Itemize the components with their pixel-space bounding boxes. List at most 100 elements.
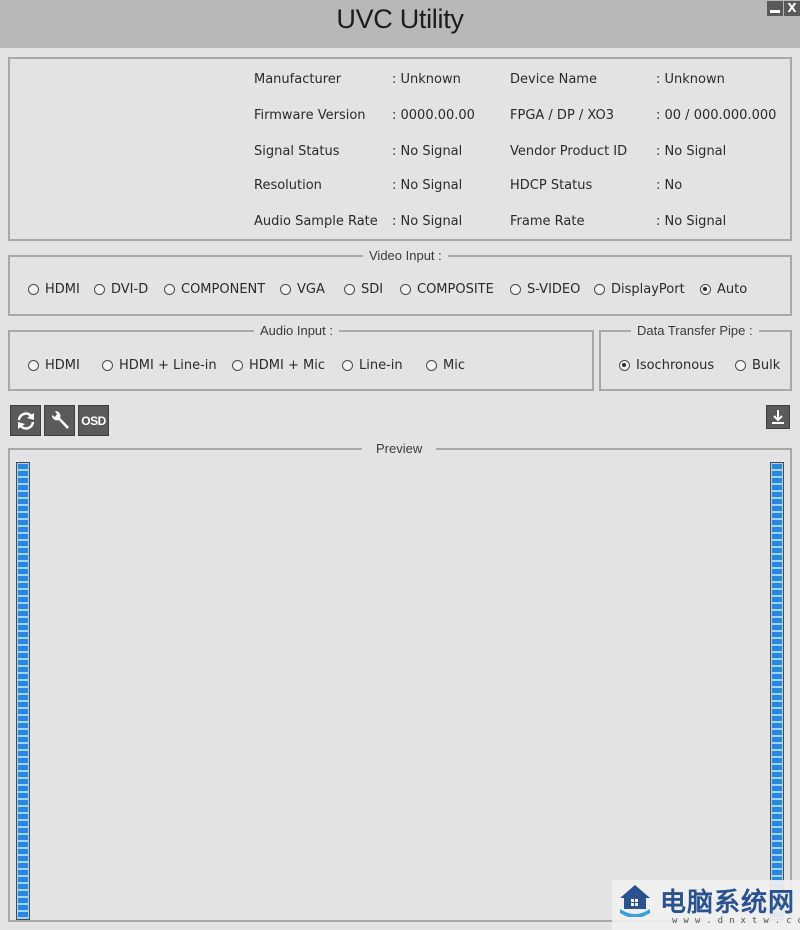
meter-segment: [772, 660, 782, 665]
osd-button[interactable]: OSD: [78, 405, 109, 436]
video-radio-auto[interactable]: Auto: [700, 282, 747, 297]
meter-segment: [772, 765, 782, 770]
radio-label: Isochronous: [636, 358, 715, 373]
video-radio-component[interactable]: COMPONENT: [164, 282, 265, 297]
video-radio-sdi[interactable]: SDI: [344, 282, 383, 297]
watermark-url: www.dnxtw.com: [672, 916, 800, 926]
meter-segment: [18, 737, 28, 742]
meter-segment: [18, 464, 28, 469]
meter-segment: [18, 625, 28, 630]
settings-button[interactable]: [44, 405, 75, 436]
radio-circle: [344, 284, 355, 295]
transfer-radio-isochronous[interactable]: Isochronous: [619, 358, 714, 373]
meter-segment: [18, 688, 28, 693]
info-label: Firmware Version: [254, 108, 366, 123]
radio-label: HDMI: [45, 358, 80, 373]
meter-segment: [18, 611, 28, 616]
video-radio-composite[interactable]: COMPOSITE: [400, 282, 494, 297]
meter-segment: [18, 492, 28, 497]
meter-segment: [772, 807, 782, 812]
meter-segment: [18, 555, 28, 560]
meter-segment: [772, 562, 782, 567]
info-value-resolution: : No Signal: [392, 178, 463, 193]
video-radio-dvi-d[interactable]: DVI-D: [94, 282, 148, 297]
download-button[interactable]: [766, 405, 790, 429]
radio-label: HDMI + Line-in: [119, 358, 217, 373]
info-value-fpga-dp-xo3: : 00 / 000.000.000: [656, 108, 777, 123]
meter-segment: [18, 723, 28, 728]
data-transfer-title: Data Transfer Pipe :: [631, 323, 759, 339]
radio-circle: [510, 284, 521, 295]
meter-segment: [18, 842, 28, 847]
info-label: FPGA / DP / XO3: [510, 108, 614, 123]
meter-segment: [18, 478, 28, 483]
radio-circle-selected: [619, 360, 630, 371]
meter-segment: [18, 604, 28, 609]
meter-segment: [18, 562, 28, 567]
radio-circle: [342, 360, 353, 371]
meter-segment: [772, 870, 782, 875]
meter-segment: [18, 786, 28, 791]
radio-circle: [735, 360, 746, 371]
meter-segment: [772, 702, 782, 707]
info-value-manufacturer: : Unknown: [392, 72, 461, 87]
meter-segment: [772, 513, 782, 518]
meter-segment: [772, 779, 782, 784]
meter-segment: [772, 534, 782, 539]
meter-segment: [772, 576, 782, 581]
meter-segment: [772, 604, 782, 609]
info-label: Device Name: [510, 72, 597, 87]
meter-segment: [772, 646, 782, 651]
meter-segment: [772, 583, 782, 588]
radio-label: S-VIDEO: [527, 282, 581, 297]
meter-segment: [772, 548, 782, 553]
info-value-firmware: : 0000.00.00: [392, 108, 475, 123]
meter-segment: [772, 821, 782, 826]
minimize-button[interactable]: [767, 1, 783, 16]
video-radio-hdmi[interactable]: HDMI: [28, 282, 80, 297]
meter-segment: [18, 597, 28, 602]
meter-segment: [772, 478, 782, 483]
radio-circle: [28, 360, 39, 371]
meter-segment: [18, 821, 28, 826]
audio-radio-hdmi[interactable]: HDMI: [28, 358, 80, 373]
meter-segment: [772, 744, 782, 749]
meter-segment: [18, 653, 28, 658]
close-button[interactable]: X: [784, 1, 800, 16]
meter-segment: [772, 618, 782, 623]
radio-circle: [280, 284, 291, 295]
meter-segment: [772, 674, 782, 679]
meter-segment: [18, 569, 28, 574]
meter-segment: [772, 751, 782, 756]
radio-circle: [102, 360, 113, 371]
meter-segment: [772, 800, 782, 805]
audio-radio-hdmi-line-in[interactable]: HDMI + Line-in: [102, 358, 217, 373]
meter-segment: [772, 597, 782, 602]
meter-segment: [772, 842, 782, 847]
video-radio-s-video[interactable]: S-VIDEO: [510, 282, 580, 297]
video-radio-vga[interactable]: VGA: [280, 282, 325, 297]
meter-segment: [18, 660, 28, 665]
meter-segment: [18, 891, 28, 896]
meter-segment: [772, 611, 782, 616]
meter-segment: [772, 730, 782, 735]
meter-segment: [18, 828, 28, 833]
refresh-button[interactable]: [10, 405, 41, 436]
info-value-frame-rate: : No Signal: [656, 214, 727, 229]
meter-segment: [772, 793, 782, 798]
transfer-radio-bulk[interactable]: Bulk: [735, 358, 780, 373]
meter-segment: [18, 695, 28, 700]
meter-segment: [772, 464, 782, 469]
radio-circle: [400, 284, 411, 295]
video-radio-displayport[interactable]: DisplayPort: [594, 282, 685, 297]
house-logo-icon: [620, 885, 650, 917]
audio-radio-hdmi-mic[interactable]: HDMI + Mic: [232, 358, 325, 373]
radio-circle: [164, 284, 175, 295]
meter-segment: [18, 583, 28, 588]
meter-segment: [18, 541, 28, 546]
wrench-icon: [51, 410, 69, 429]
device-info-panel: Manufacturer : Unknown Firmware Version …: [8, 57, 792, 241]
audio-radio-mic[interactable]: Mic: [426, 358, 465, 373]
audio-radio-line-in[interactable]: Line-in: [342, 358, 403, 373]
meter-segment: [18, 814, 28, 819]
